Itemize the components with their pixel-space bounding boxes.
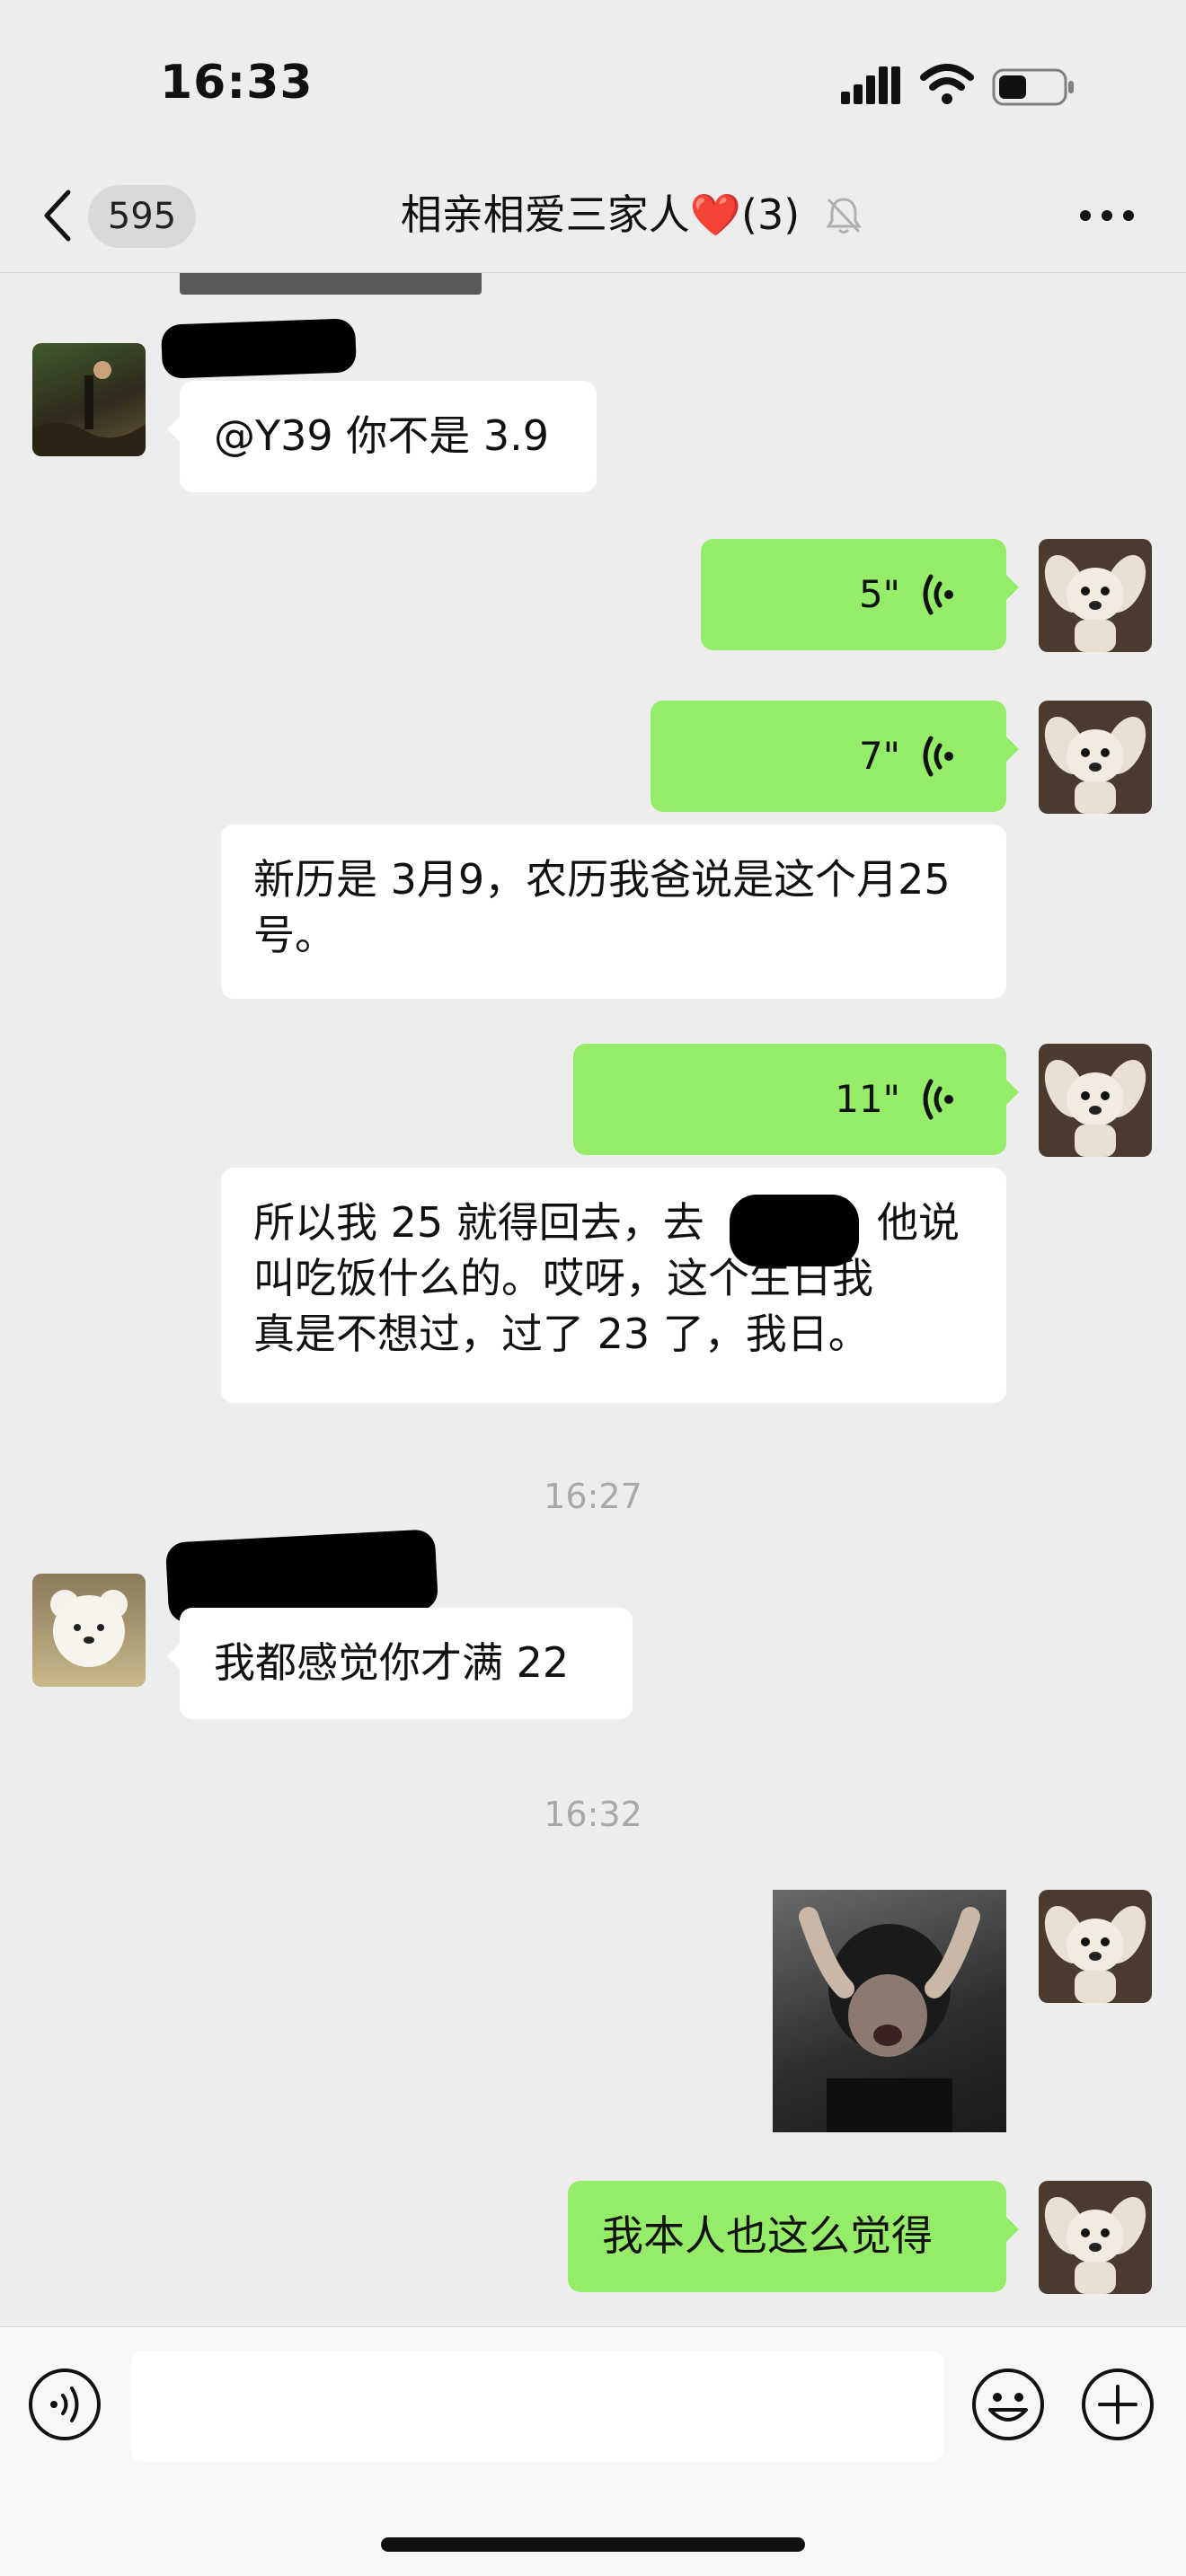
transcription-line: 真是不想过，过了 23 了，我日。 bbox=[253, 1306, 974, 1362]
voice-transcription[interactable]: 新历是 3月9，农历我爸说是这个月25号。 bbox=[221, 825, 1006, 999]
mute-bell-icon bbox=[826, 198, 862, 234]
message-text: @Y39 你不是 3.9 bbox=[214, 411, 550, 460]
voice-message[interactable]: 5" bbox=[701, 539, 1019, 650]
dog-avatar-illustration bbox=[1044, 2197, 1146, 2294]
heart-emoji: ❤️ bbox=[689, 190, 742, 239]
voice-wave-icon bbox=[923, 574, 953, 615]
message-list[interactable]: @Y39 你不是 3.9 5" 7" 新历是 3月9，农历我爸说是这个月25号。… bbox=[0, 273, 1186, 2326]
message-bubble[interactable]: @Y39 你不是 3.9 bbox=[167, 381, 597, 492]
transcription-text: 他说 bbox=[877, 1198, 960, 1247]
bubble-tail bbox=[167, 1644, 180, 1669]
bubble-tail bbox=[1006, 737, 1019, 762]
avatar[interactable] bbox=[32, 1574, 146, 1687]
message-bubble[interactable]: 我本人也这么觉得 bbox=[568, 2181, 1019, 2292]
transcription-text: 新历是 3月9，农历我爸说是这个月25号。 bbox=[253, 855, 951, 959]
chat-header: 595 相亲相爱三家人❤️(3) bbox=[0, 162, 1186, 273]
sticker-photo bbox=[799, 1907, 980, 2132]
transcription-line: 叫吃饭什么的。哎呀，这个生日我 bbox=[253, 1250, 974, 1306]
redacted-mark bbox=[730, 1195, 859, 1266]
voice-message[interactable]: 7" bbox=[651, 701, 1019, 812]
my-avatar[interactable] bbox=[1039, 2181, 1152, 2294]
my-avatar[interactable] bbox=[1039, 1890, 1152, 2003]
my-avatar[interactable] bbox=[1039, 1044, 1152, 1157]
bubble-tail bbox=[1006, 575, 1019, 600]
voice-duration: 7" bbox=[858, 734, 900, 778]
emoji-icon[interactable] bbox=[970, 2367, 1046, 2442]
dog-avatar-illustration bbox=[1044, 717, 1146, 814]
voice-duration: 11" bbox=[835, 1077, 900, 1121]
timestamp: 16:27 bbox=[544, 1477, 642, 1516]
previous-sticker-partial[interactable] bbox=[180, 273, 482, 295]
message-text: 我本人也这么觉得 bbox=[602, 2211, 933, 2260]
message-input[interactable] bbox=[131, 2351, 943, 2462]
transcription-line: 所以我 25 就得回去，去 他说 bbox=[253, 1195, 974, 1266]
chat-title: 相亲相爱三家人❤️(3) bbox=[0, 183, 1186, 246]
dog-avatar-illustration bbox=[1044, 1906, 1146, 2003]
bubble-tail bbox=[1006, 2217, 1019, 2242]
dog-avatar-illustration bbox=[1044, 555, 1146, 652]
plus-icon[interactable] bbox=[1080, 2367, 1155, 2442]
sender-name-redacted bbox=[161, 318, 357, 379]
status-bar: 16:33 bbox=[0, 0, 1186, 162]
avatar[interactable] bbox=[32, 343, 146, 456]
my-avatar[interactable] bbox=[1039, 539, 1152, 652]
timestamp: 16:32 bbox=[544, 1795, 642, 1834]
message-text: 我都感觉你才满 22 bbox=[214, 1638, 570, 1687]
avatar-illustration bbox=[32, 361, 146, 456]
status-time: 16:33 bbox=[160, 56, 314, 110]
message-bubble[interactable]: 我都感觉你才满 22 bbox=[167, 1608, 633, 1719]
member-count: (3) bbox=[741, 190, 801, 239]
image-message[interactable] bbox=[773, 1890, 1006, 2132]
cellular-signal-icon bbox=[841, 66, 900, 104]
home-indicator bbox=[381, 2537, 805, 2552]
voice-duration: 5" bbox=[858, 572, 900, 616]
more-dots-icon[interactable] bbox=[1078, 207, 1136, 225]
bear-avatar-illustration bbox=[50, 1590, 128, 1667]
battery-icon bbox=[992, 68, 1074, 106]
voice-wave-icon bbox=[923, 1079, 953, 1120]
voice-transcription[interactable]: 所以我 25 就得回去，去 他说 叫吃饭什么的。哎呀，这个生日我 真是不想过，过… bbox=[221, 1168, 1006, 1403]
my-avatar[interactable] bbox=[1039, 701, 1152, 814]
voice-wave-icon bbox=[923, 736, 953, 777]
input-bar bbox=[0, 2326, 1186, 2576]
dog-avatar-illustration bbox=[1044, 1060, 1146, 1157]
bubble-tail bbox=[167, 417, 180, 442]
voice-input-icon[interactable] bbox=[27, 2367, 102, 2442]
transcription-text: 真是不想过，过了 23 了，我日。 bbox=[253, 1310, 870, 1358]
voice-message[interactable]: 11" bbox=[573, 1044, 1019, 1155]
wifi-icon bbox=[920, 64, 974, 104]
chat-title-text: 相亲相爱三家人 bbox=[400, 190, 690, 239]
transcription-text: 所以我 25 就得回去，去 bbox=[253, 1198, 704, 1247]
bubble-tail bbox=[1006, 1080, 1019, 1105]
